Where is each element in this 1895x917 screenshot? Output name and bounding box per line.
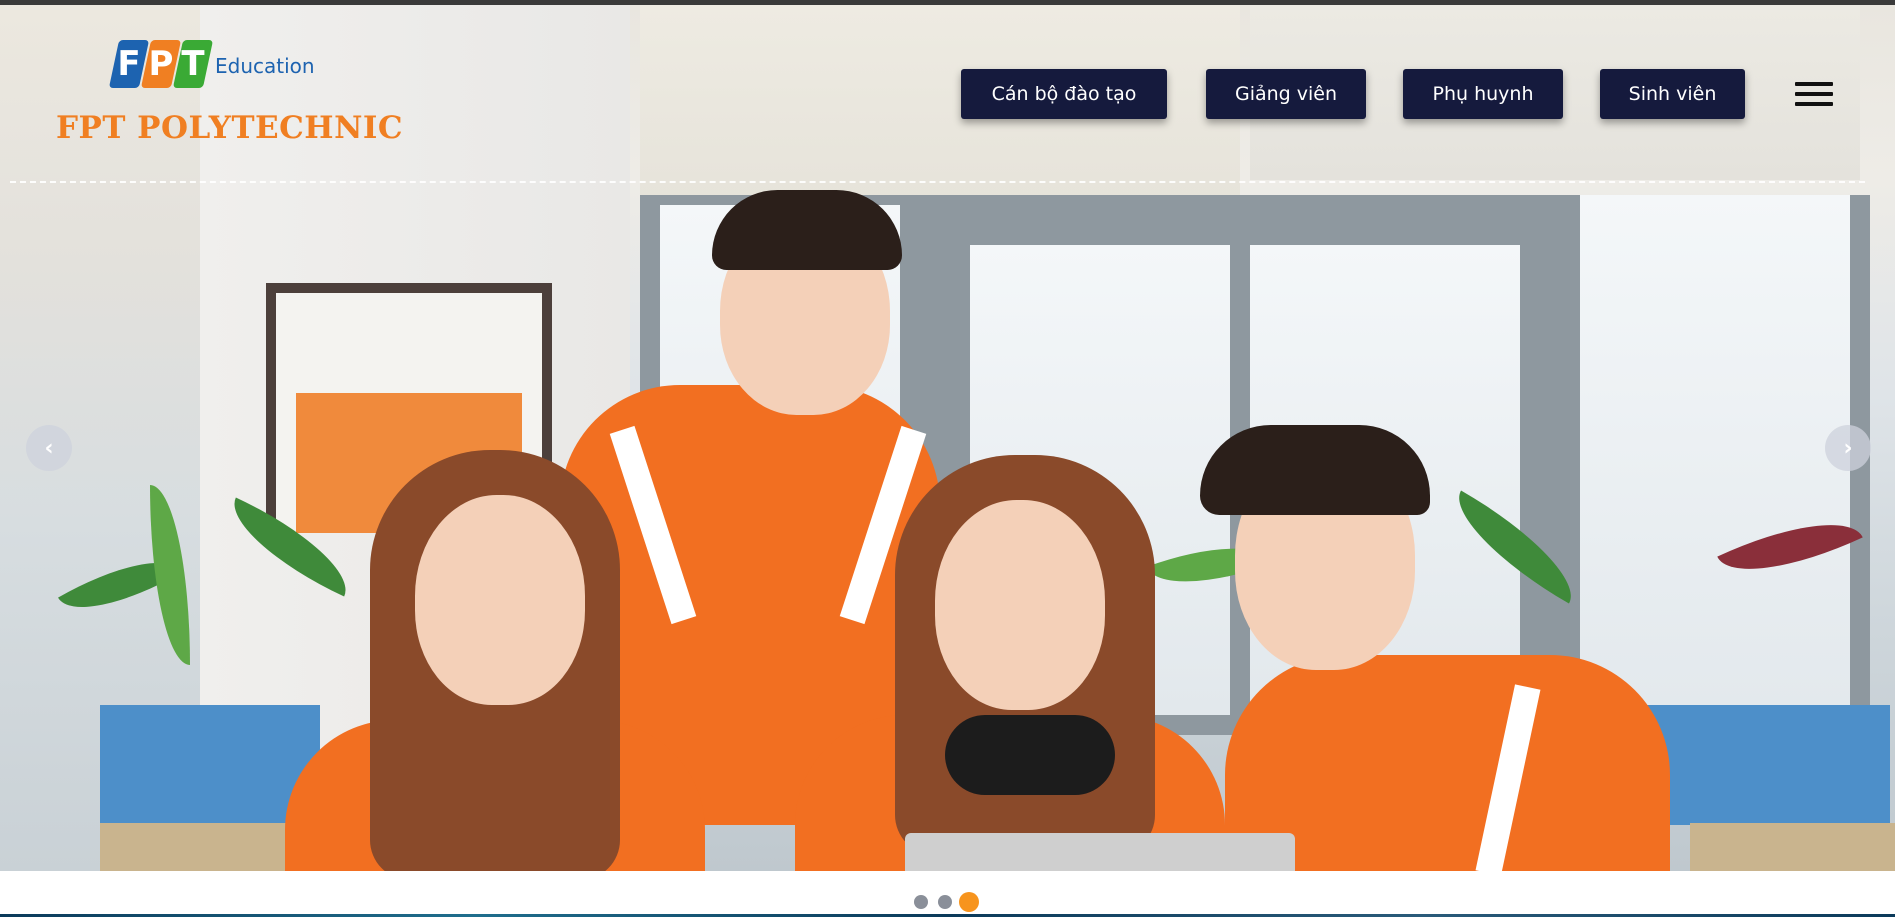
student-hair (712, 190, 902, 270)
nav-button-giang-vien[interactable]: Giảng viên (1206, 69, 1366, 119)
shelf (100, 823, 290, 871)
laptop (905, 833, 1295, 871)
student-hair (1200, 425, 1430, 515)
fpt-tile-t: T (172, 40, 214, 88)
chevron-right-icon: › (1843, 435, 1853, 461)
student-face (415, 495, 585, 705)
carousel-dot-2[interactable] (938, 895, 952, 909)
header-divider (10, 181, 1865, 183)
hamburger-menu-icon[interactable] (1795, 80, 1835, 108)
carousel-dot-3[interactable] (959, 892, 979, 912)
shelf (1690, 823, 1895, 871)
window-pane (1580, 195, 1850, 735)
polytechnic-wordmark: FPT POLYTECHNIC (56, 110, 404, 146)
chevron-left-icon: ‹ (44, 435, 54, 461)
nav-button-sinh-vien[interactable]: Sinh viên (1600, 69, 1745, 119)
carousel-prev-button[interactable]: ‹ (26, 425, 72, 471)
nav-button-can-bo-dao-tao[interactable]: Cán bộ đào tạo (961, 69, 1167, 119)
headphones (945, 715, 1115, 795)
education-wordmark: Education (215, 54, 315, 78)
student-face (935, 500, 1105, 710)
carousel-next-button[interactable]: › (1825, 425, 1871, 471)
nav-button-phu-huynh[interactable]: Phụ huynh (1403, 69, 1563, 119)
fpt-polytechnic-logo[interactable]: F P T Education FPT POLYTECHNIC (56, 38, 403, 148)
carousel-dot-1[interactable] (914, 895, 928, 909)
